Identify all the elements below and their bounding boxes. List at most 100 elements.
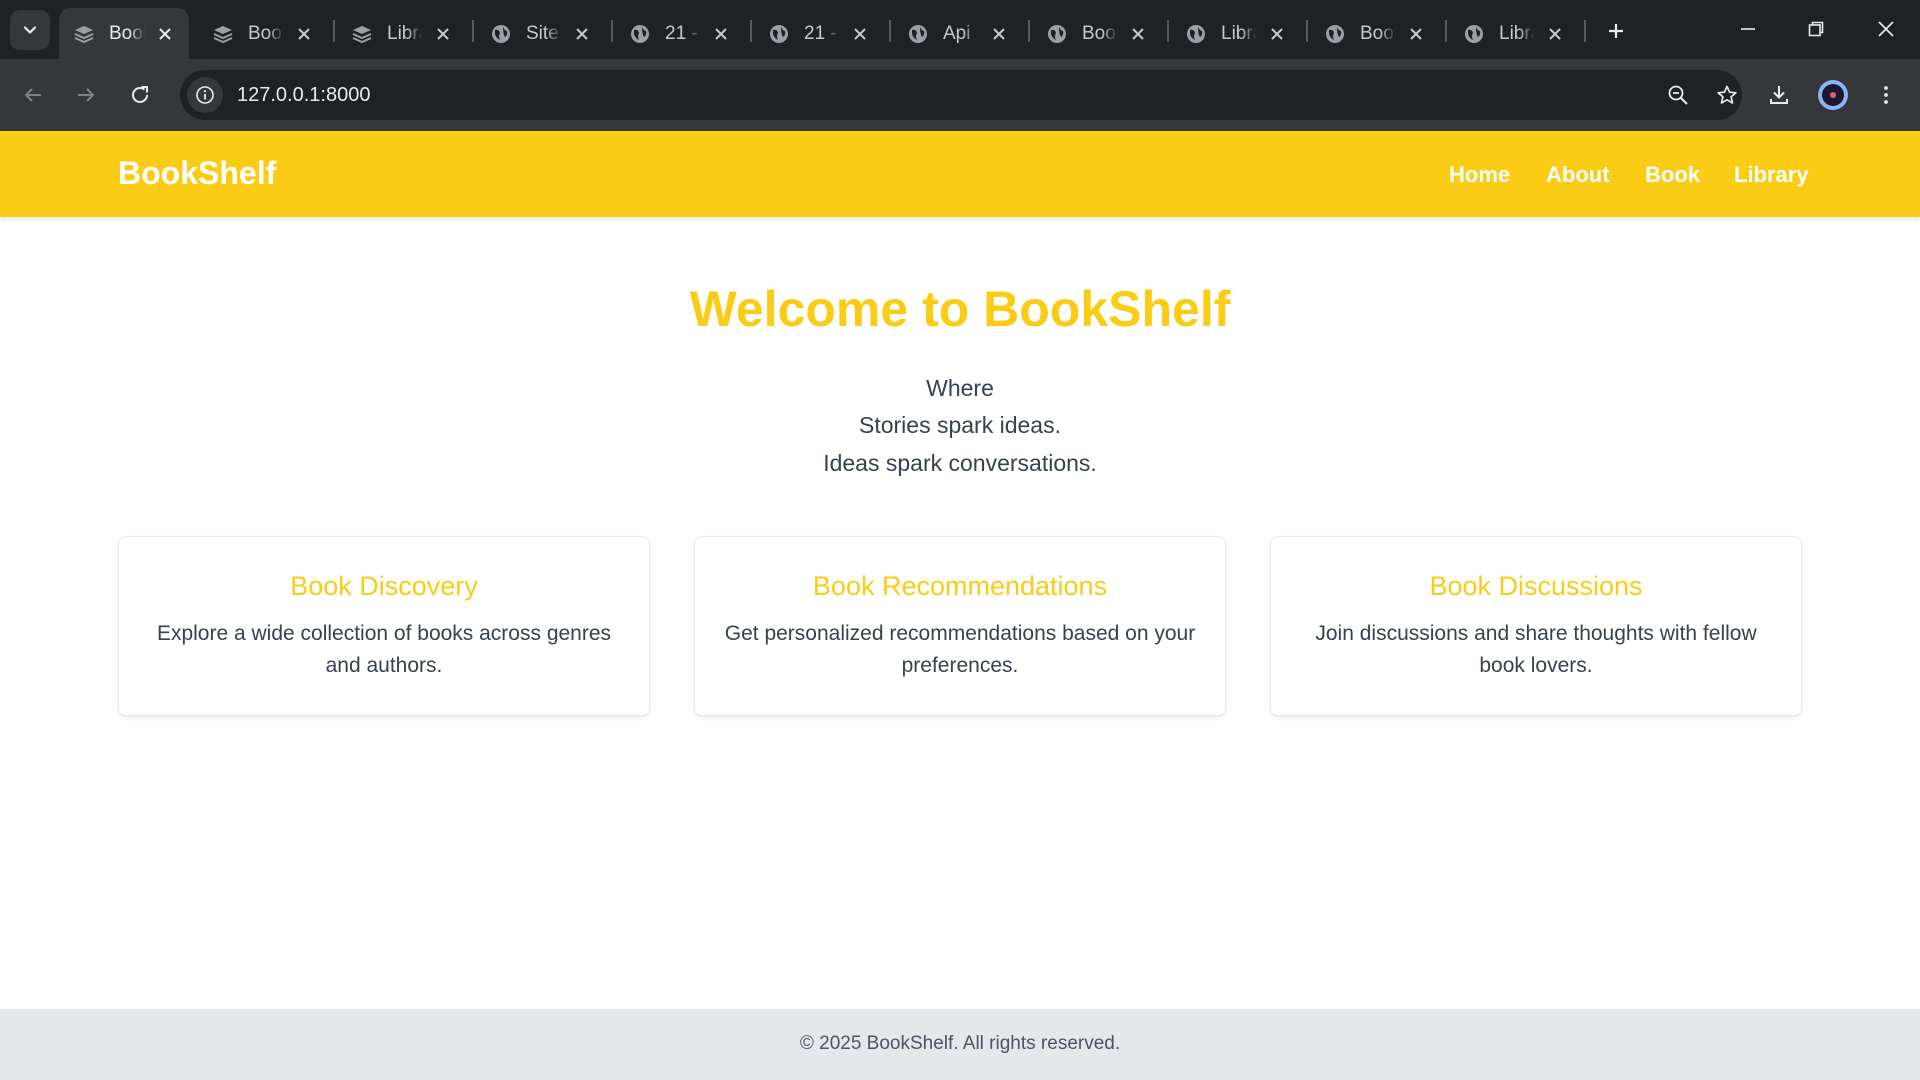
stack-icon [351, 23, 373, 45]
tab-divider [1445, 20, 1447, 42]
tab-divider [333, 20, 335, 42]
tab-title: Site [526, 22, 559, 44]
minimize-button[interactable] [1720, 6, 1776, 52]
star-icon [1717, 85, 1737, 104]
zoom-out-icon [1668, 85, 1688, 105]
restore-button[interactable] [1788, 6, 1844, 52]
close-window-button[interactable] [1858, 6, 1914, 52]
tab-title: Library [1499, 22, 1535, 44]
globe-icon [1324, 23, 1346, 45]
close-tab-icon[interactable] [570, 22, 594, 46]
close-tab-icon[interactable] [292, 22, 316, 46]
site-info-button[interactable] [187, 77, 223, 113]
tab-search-button[interactable] [10, 10, 50, 50]
browser-tab[interactable]: Api [893, 8, 1023, 59]
globe-icon [490, 23, 512, 45]
tab-title: Api [943, 22, 971, 44]
browser-tab[interactable]: Site [476, 8, 606, 59]
close-tab-icon[interactable] [1126, 22, 1150, 46]
browser-tab[interactable]: Book [1310, 8, 1440, 59]
card-title: Book Discovery [290, 571, 478, 601]
globe-icon [1185, 23, 1207, 45]
close-tab-icon[interactable] [1543, 22, 1567, 46]
close-tab-icon[interactable] [1404, 22, 1428, 46]
more-vertical-icon [1884, 86, 1888, 104]
browser-tab[interactable]: BookShelf [198, 8, 328, 59]
card-description: Join discussions and share thoughts with… [1315, 622, 1757, 677]
tab-title: 21 - [665, 22, 698, 44]
browser-tab[interactable]: 21 - [615, 8, 745, 59]
browser-toolbar: 127.0.0.1:8000 [0, 59, 1920, 131]
card-title: Book Discussions [1429, 571, 1643, 601]
tab-divider [1028, 20, 1030, 42]
nav-link-home[interactable]: Home [1449, 162, 1510, 188]
close-tab-icon[interactable] [153, 22, 177, 46]
chevron-down-icon [23, 26, 37, 34]
card-description: Get personalized recommendations based o… [724, 622, 1196, 677]
globe-icon [768, 23, 790, 45]
restore-icon [1808, 21, 1824, 37]
page-title: Welcome to BookShelf [689, 281, 1231, 337]
tab-divider [889, 20, 891, 42]
browser-tab-strip: BookShelf BookShelf Library Site 21 - 21… [0, 0, 1920, 59]
profile-button[interactable] [1811, 73, 1855, 117]
zoom-button[interactable] [1658, 75, 1698, 115]
browser-tab[interactable]: 21 - [754, 8, 884, 59]
browser-tab[interactable]: Book [1032, 8, 1162, 59]
close-tab-icon[interactable] [1265, 22, 1289, 46]
tab-divider [1167, 20, 1169, 42]
feature-card-discussions: Book Discussions Join discussions and sh… [1270, 536, 1802, 716]
address-bar[interactable]: 127.0.0.1:8000 [180, 70, 1742, 120]
downloads-button[interactable] [1757, 73, 1801, 117]
browser-tab[interactable]: BookShelf [59, 8, 189, 59]
browser-menu-button[interactable] [1864, 73, 1908, 117]
close-tab-icon[interactable] [709, 22, 733, 46]
tagline-line: Ideas spark conversations. [823, 450, 1097, 476]
plus-icon [1609, 24, 1623, 38]
reload-button[interactable] [118, 73, 162, 117]
url-text[interactable]: 127.0.0.1:8000 [237, 84, 370, 107]
site-logo[interactable]: BookShelf [118, 155, 276, 192]
tab-divider [1306, 20, 1308, 42]
info-icon [196, 86, 214, 104]
tab-divider [472, 20, 474, 42]
back-button[interactable] [11, 73, 55, 117]
arrow-left-icon [24, 88, 41, 102]
feature-card-discovery: Book Discovery Explore a wide collection… [118, 536, 650, 716]
download-icon [1770, 86, 1788, 104]
bookmark-button[interactable] [1707, 75, 1747, 115]
browser-tab[interactable]: Library [1171, 8, 1301, 59]
tab-title: Library [1221, 22, 1257, 44]
close-tab-icon[interactable] [987, 22, 1011, 46]
tab-title: BookShelf [248, 22, 284, 44]
nav-link-library[interactable]: Library [1734, 162, 1809, 188]
tab-title: BookShelf [109, 22, 145, 44]
tab-title: Book [1360, 22, 1396, 44]
tab-divider [1584, 20, 1586, 42]
card-description: Explore a wide collection of books acros… [156, 622, 612, 677]
minimize-icon [1741, 28, 1755, 30]
tab-title: 21 - [804, 22, 837, 44]
close-tab-icon[interactable] [431, 22, 455, 46]
nav-link-book[interactable]: Book [1645, 162, 1700, 188]
feature-card-recommendations: Book Recommendations Get personalized re… [694, 536, 1226, 716]
globe-icon [907, 23, 929, 45]
nav-link-about[interactable]: About [1546, 162, 1610, 188]
tab-title: Library [387, 22, 423, 44]
tab-title: Book [1082, 22, 1118, 44]
arrow-right-icon [78, 88, 95, 102]
tab-divider [611, 20, 613, 42]
copyright-text: © 2025 BookShelf. All rights reserved. [799, 1033, 1121, 1054]
site-footer: © 2025 BookShelf. All rights reserved. [0, 1009, 1920, 1080]
tab-divider [750, 20, 752, 42]
globe-icon [1463, 23, 1485, 45]
stack-icon [212, 23, 234, 45]
close-icon [1878, 21, 1894, 37]
reload-icon [132, 86, 148, 103]
browser-tab[interactable]: Library [1449, 8, 1579, 59]
new-tab-button[interactable] [1599, 14, 1633, 48]
close-tab-icon[interactable] [848, 22, 872, 46]
stack-icon [73, 23, 95, 45]
browser-tab[interactable]: Library [337, 8, 467, 59]
forward-button[interactable] [64, 73, 108, 117]
